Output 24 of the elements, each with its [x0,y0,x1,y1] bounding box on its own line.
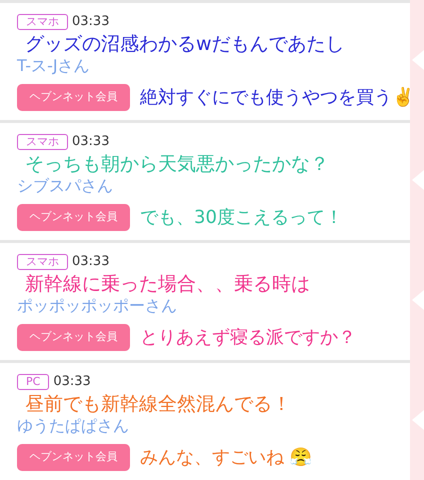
user-name[interactable]: ゆうたぱぱさん [17,416,129,436]
device-tag: PC [17,374,50,390]
member-badge[interactable]: ヘブンネット会員 [17,204,130,231]
post-time: 03:33 [72,14,110,30]
overlay-text: そっちも朝から天気悪かったかな？ [25,152,329,176]
device-tag: スマホ [17,134,68,150]
post-time: 03:33 [53,374,91,390]
overlay-text: とりあえず寝る派ですか？ [140,326,356,350]
overlay-text: 新幹線に乗った場合、、乗る時は [25,272,310,296]
overlay-text: 絶対すぐにでも使うやつを買う✌ [140,86,414,110]
user-name[interactable]: シブスパさん [17,176,113,196]
member-badge[interactable]: ヘブンネット会員 [17,84,130,111]
overlay-text: 昼前でも新幹線全然混んでる！ [25,392,291,416]
post-time: 03:33 [72,134,110,150]
user-name[interactable]: ポッポッポッポーさん [17,296,177,316]
device-tag: スマホ [17,14,68,30]
overlay-text: みんな、すごいね 😤 [140,446,312,470]
user-name[interactable]: T-ス-Jさん [17,56,90,76]
member-badge[interactable]: ヘブンネット会員 [17,444,130,471]
overlay-text: でも、30度こえるって！ [140,206,343,230]
post-time: 03:33 [72,254,110,270]
member-badge[interactable]: ヘブンネット会員 [17,324,130,351]
overlay-text: グッズの沼感わかるwだもんであたし [25,32,345,56]
device-tag: スマホ [17,254,68,270]
